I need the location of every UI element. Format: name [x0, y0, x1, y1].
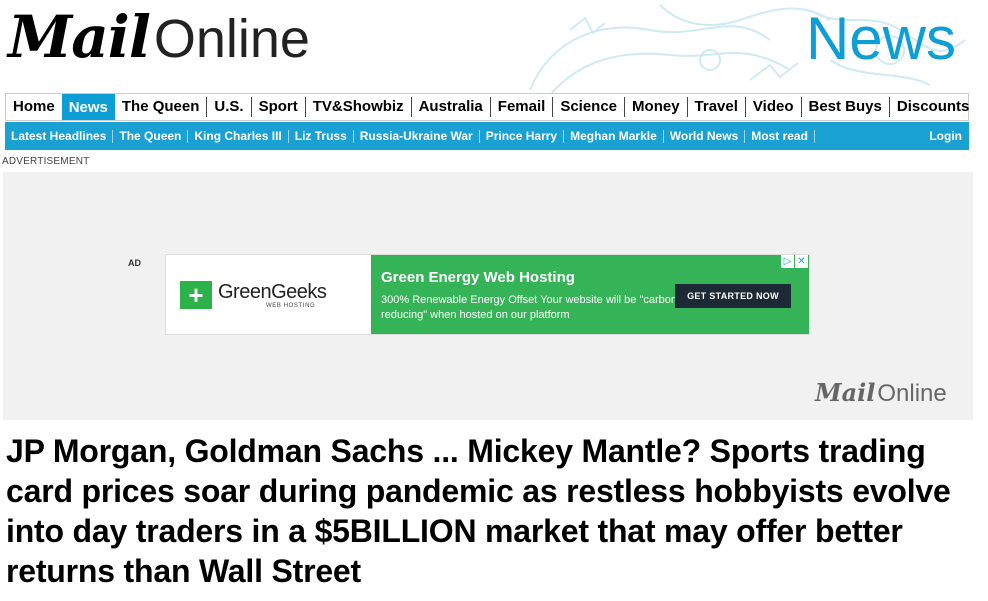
- subnav-item-russia-ukraine-war[interactable]: Russia-Ukraine War: [354, 129, 480, 143]
- login-link[interactable]: Login: [929, 129, 969, 143]
- nav-item-u-s[interactable]: U.S.: [207, 97, 252, 117]
- nav-item-best-buys[interactable]: Best Buys: [802, 97, 890, 117]
- nav-item-home[interactable]: Home: [6, 97, 63, 117]
- ad-footer-logo: Mail Online: [815, 378, 947, 408]
- subnav-item-most-read[interactable]: Most read: [745, 129, 815, 143]
- nav-item-tv-showbiz[interactable]: TV&Showbiz: [306, 97, 412, 117]
- ad-brand-panel: + GreenGeeks WEB HOSTING: [166, 255, 371, 334]
- subnav-item-latest-headlines[interactable]: Latest Headlines: [5, 129, 114, 143]
- ad-banner[interactable]: + GreenGeeks WEB HOSTING Green Energy We…: [165, 254, 810, 335]
- subnav-item-the-queen[interactable]: The Queen: [113, 129, 189, 143]
- ad-cta-button[interactable]: GET STARTED NOW: [675, 284, 791, 308]
- section-title[interactable]: News: [806, 4, 956, 74]
- nav-item-video[interactable]: Video: [746, 97, 802, 117]
- ad-brand-name: GreenGeeks: [218, 281, 327, 303]
- logo-online-text: Online: [153, 9, 310, 69]
- nav-item-sport[interactable]: Sport: [252, 97, 306, 117]
- advertisement-label: ADVERTISEMENT: [2, 156, 90, 167]
- ad-close-icon[interactable]: ✕: [795, 255, 808, 268]
- site-logo[interactable]: Mail Online: [8, 2, 310, 72]
- greengeeks-plus-icon: +: [180, 281, 212, 309]
- article-headline: JP Morgan, Goldman Sachs ... Mickey Mant…: [6, 433, 951, 589]
- nav-item-news[interactable]: News: [61, 94, 115, 120]
- ad-body: 300% Renewable Energy Offset Your websit…: [381, 294, 681, 321]
- ad-footer-logo-mail: Mail: [815, 378, 876, 407]
- ad-tag: AD: [128, 258, 141, 268]
- masthead: Mail Online News: [0, 0, 988, 95]
- nav-item-femail[interactable]: Femail: [491, 97, 554, 117]
- ad-headline: Green Energy Web Hosting: [381, 269, 575, 286]
- subnav-item-liz-truss[interactable]: Liz Truss: [289, 129, 354, 143]
- ad-choices[interactable]: ▷ ✕: [780, 255, 808, 268]
- ad-message-panel: Green Energy Web Hosting 300% Renewable …: [371, 255, 809, 334]
- ad-info-icon[interactable]: ▷: [781, 255, 794, 268]
- subnav-item-prince-harry[interactable]: Prince Harry: [480, 129, 565, 143]
- nav-item-discounts[interactable]: Discounts: [890, 97, 977, 117]
- logo-mail-text: Mail: [8, 3, 151, 71]
- nav-item-money[interactable]: Money: [625, 97, 688, 117]
- primary-nav: Home News The Queen U.S. Sport TV&Showbiz Aust…: [5, 93, 969, 121]
- nav-item-science[interactable]: Science: [553, 97, 626, 117]
- subnav-item-meghan-markle[interactable]: Meghan Markle: [564, 129, 664, 143]
- nav-item-travel[interactable]: Travel: [688, 97, 746, 117]
- secondary-nav: Latest Headlines The Queen King Charles II…: [5, 122, 969, 150]
- ad-brand-subtitle: WEB HOSTING: [266, 303, 316, 309]
- nav-item-australia[interactable]: Australia: [412, 97, 491, 117]
- subnav-item-world-news[interactable]: World News: [664, 129, 746, 143]
- subnav-item-king-charles-iii[interactable]: King Charles III: [188, 129, 289, 143]
- ad-footer-logo-online: Online: [877, 380, 947, 407]
- nav-item-the-queen[interactable]: The Queen: [115, 97, 208, 117]
